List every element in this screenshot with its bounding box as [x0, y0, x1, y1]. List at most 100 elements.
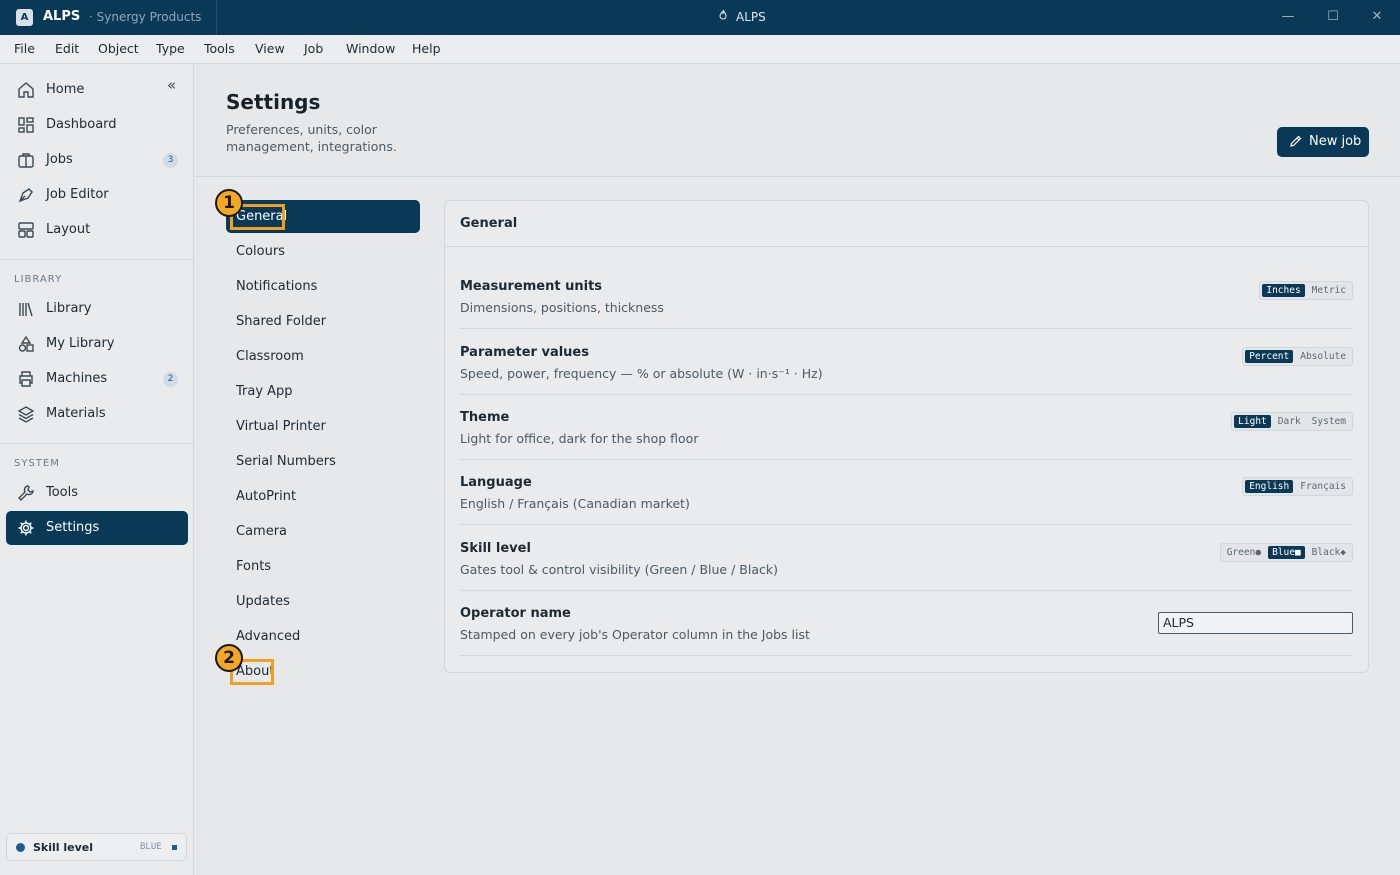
menu-edit[interactable]: Edit — [55, 41, 79, 56]
sidebar-item-jobs[interactable]: Jobs 3 — [6, 143, 188, 177]
skill-level-value: BLUE — [140, 842, 162, 852]
maximize-button[interactable]: ☐ — [1323, 8, 1343, 26]
setting-label: Operator name — [460, 606, 571, 621]
menu-tools[interactable]: Tools — [204, 41, 235, 56]
option-francais[interactable]: Français — [1296, 480, 1350, 493]
settings-nav-autoprint[interactable]: AutoPrint — [226, 480, 420, 513]
sidebar-item-dashboard[interactable]: Dashboard — [6, 108, 188, 142]
menu-file[interactable]: File — [14, 41, 35, 56]
system-section-label: SYSTEM — [14, 458, 60, 469]
sidebar-item-label: Machines — [46, 371, 108, 386]
pen-tool-icon — [18, 188, 33, 203]
sidebar-item-tools[interactable]: Tools — [6, 476, 188, 510]
settings-nav-fonts[interactable]: Fonts — [226, 550, 420, 583]
sidebar-item-label: Materials — [46, 406, 106, 421]
sidebar-item-label: Settings — [46, 520, 100, 535]
sidebar-item-layout[interactable]: Layout — [6, 213, 188, 247]
menu-job[interactable]: Job — [304, 41, 323, 56]
sidebar-item-job-editor[interactable]: Job Editor — [6, 178, 188, 212]
sidebar-item-machines[interactable]: Machines 2 — [6, 362, 188, 396]
setting-row-operator-name: Operator name Stamped on every job's Ope… — [460, 590, 1353, 656]
settings-nav-shared-folder[interactable]: Shared Folder — [226, 305, 420, 338]
layers-icon — [17, 406, 35, 423]
menu-type[interactable]: Type — [156, 41, 185, 56]
settings-nav-label: Fonts — [236, 559, 272, 574]
settings-nav-notifications[interactable]: Notifications — [226, 270, 420, 303]
menu-help[interactable]: Help — [412, 41, 441, 56]
settings-nav-tray-app[interactable]: Tray App — [226, 375, 420, 408]
sidebar-item-home[interactable]: Home — [6, 73, 188, 107]
window-title-text: ALPS — [736, 10, 766, 24]
menu-object[interactable]: Object — [98, 41, 139, 56]
settings-nav-serial-numbers[interactable]: Serial Numbers — [226, 445, 420, 478]
option-percent[interactable]: Percent — [1245, 350, 1294, 363]
setting-label: Theme — [460, 410, 510, 425]
sidebar-item-label: My Library — [46, 336, 115, 351]
books-icon — [19, 302, 33, 317]
annotation-marker-1: 1 — [215, 189, 243, 217]
option-blue[interactable]: Blue■ — [1268, 546, 1305, 559]
title-bar: A ALPS · Synergy Products ALPS — ☐ ✕ — [0, 0, 1400, 35]
parameter-values-toggle: Percent Absolute — [1242, 347, 1353, 366]
menu-view[interactable]: View — [255, 41, 285, 56]
setting-row-parameter-values: Parameter values Speed, power, frequency… — [460, 329, 1353, 395]
app-subtitle: · Synergy Products — [89, 10, 202, 24]
sidebar-divider — [0, 443, 193, 444]
setting-row-language: Language English / Français (Canadian ma… — [460, 459, 1353, 525]
shapes-icon — [18, 335, 34, 352]
settings-nav-virtual-printer[interactable]: Virtual Printer — [226, 410, 420, 443]
new-job-label: New job — [1309, 134, 1362, 149]
close-button[interactable]: ✕ — [1367, 8, 1387, 26]
sidebar-item-label: Home — [46, 82, 85, 97]
settings-nav-label: Camera — [236, 524, 288, 539]
setting-label: Parameter values — [460, 345, 589, 360]
settings-nav-camera[interactable]: Camera — [226, 515, 420, 548]
setting-label: Skill level — [460, 541, 531, 556]
setting-description: Light for office, dark for the shop floo… — [460, 431, 699, 446]
settings-nav-updates[interactable]: Updates — [226, 585, 420, 618]
new-job-button[interactable]: New job — [1277, 127, 1369, 157]
option-light[interactable]: Light — [1234, 415, 1271, 428]
option-black[interactable]: Black◆ — [1308, 546, 1350, 559]
sidebar-item-label: Layout — [46, 222, 91, 237]
sidebar-item-settings[interactable]: Settings — [6, 511, 188, 545]
option-english[interactable]: English — [1245, 480, 1294, 493]
setting-description: English / Français (Canadian market) — [460, 496, 690, 511]
home-icon — [18, 82, 34, 98]
settings-nav-colours[interactable]: Colours — [226, 235, 420, 268]
menu-bar: File Edit Object Type Tools View Job Win… — [0, 35, 1400, 64]
sidebar: « Home Dashboard Jobs 3 Job Editor Layou… — [0, 64, 194, 875]
sidebar-item-label: Dashboard — [46, 117, 117, 132]
settings-nav-classroom[interactable]: Classroom — [226, 340, 420, 373]
app-logo-icon: A — [16, 9, 33, 26]
menu-window[interactable]: Window — [346, 41, 395, 56]
jobs-count-badge: 3 — [163, 153, 178, 168]
skill-level-indicator[interactable]: Skill level BLUE — [6, 833, 187, 861]
settings-nav-label: AutoPrint — [236, 489, 297, 504]
setting-description: Speed, power, frequency — % or absolute … — [460, 366, 823, 381]
layout-icon — [18, 222, 34, 238]
language-toggle: English Français — [1242, 477, 1353, 496]
minimize-button[interactable]: — — [1278, 8, 1298, 26]
operator-name-input[interactable]: ALPS — [1158, 612, 1353, 634]
sidebar-item-library[interactable]: Library — [6, 292, 188, 326]
setting-description: Stamped on every job's Operator column i… — [460, 627, 810, 642]
page-header: Settings Preferences, units, color manag… — [195, 64, 1400, 177]
option-green[interactable]: Green● — [1223, 546, 1265, 559]
option-inches[interactable]: Inches — [1262, 284, 1305, 297]
option-metric[interactable]: Metric — [1308, 284, 1350, 297]
sidebar-item-my-library[interactable]: My Library — [6, 327, 188, 361]
dashboard-icon — [18, 117, 34, 133]
sidebar-item-label: Tools — [46, 485, 79, 500]
skill-level-label: Skill level — [33, 841, 94, 854]
option-dark[interactable]: Dark — [1274, 415, 1305, 428]
settings-nav-advanced[interactable]: Advanced — [226, 620, 420, 653]
settings-nav-label: Tray App — [236, 384, 293, 399]
option-absolute[interactable]: Absolute — [1296, 350, 1350, 363]
panel-title: General — [460, 216, 518, 231]
sidebar-item-materials[interactable]: Materials — [6, 397, 188, 431]
option-system[interactable]: System — [1308, 415, 1350, 428]
flame-icon — [719, 9, 727, 20]
setting-label: Language — [460, 475, 532, 490]
panel-divider — [445, 246, 1368, 247]
